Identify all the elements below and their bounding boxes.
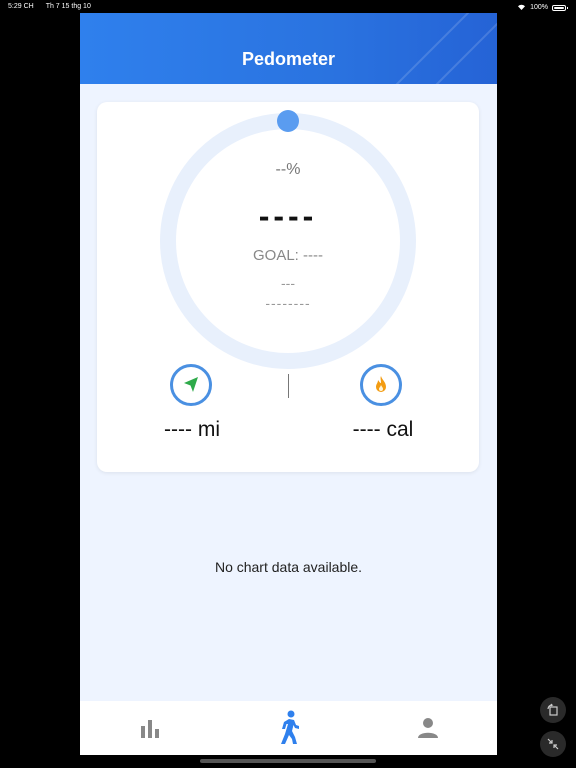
step-count: ---- [258,198,318,234]
app-header: Pedometer [80,13,497,84]
page-title: Pedometer [241,49,336,69]
progress-ring: --% ---- GOAL: ---- --- -------- [160,110,416,369]
user-icon [417,718,438,738]
goal-label: GOAL: ---- [253,247,323,264]
bar-chart-icon [140,720,159,738]
summary-card: --% ---- GOAL: ---- --- -------- ---- mi… [97,102,479,472]
tab-statistics[interactable] [110,701,190,755]
status-time: 5:29 CH [8,3,34,10]
chart-empty-message: No chart data available. [214,559,363,575]
tab-profile[interactable] [388,701,468,755]
distance-value: ---- mi [164,418,220,441]
battery-percent: 100% [530,4,548,11]
home-indicator[interactable] [200,759,376,763]
battery-icon [552,4,568,11]
pedometer-app: Pedometer --% ---- GOAL: ---- --- ------… [80,13,497,755]
progress-percent: --% [275,161,301,178]
status-bar: 5:29 CH Th 7 15 thg 10 100% [0,0,576,14]
distance-icon [170,364,212,406]
wifi-icon [517,3,526,12]
rotate-icon [547,703,558,716]
calories-value: ---- cal [352,418,414,441]
tab-bar [80,701,497,755]
progress-detail-1: --- [281,275,295,291]
shrink-window-button[interactable] [540,731,566,757]
progress-detail-2: -------- [265,295,311,311]
walking-icon [280,710,299,744]
shrink-icon [547,738,559,750]
tab-pedometer[interactable] [249,701,329,755]
progress-ring-dot [277,110,299,132]
flame-icon [360,364,402,406]
stat-divider [288,374,289,398]
status-date: Th 7 15 thg 10 [45,3,91,10]
rotate-screen-button[interactable] [540,697,566,723]
